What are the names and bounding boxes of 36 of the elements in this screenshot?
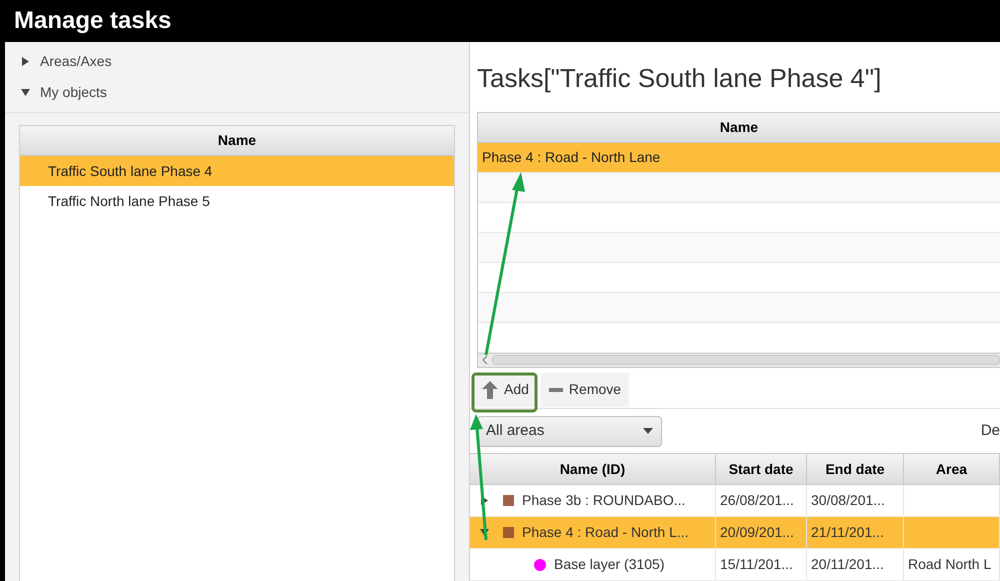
- section-label[interactable]: My objects: [40, 82, 107, 103]
- table-cell-text: 26/08/201...: [720, 491, 794, 510]
- column-2-label: De: [980, 420, 1000, 441]
- task-name: Phase 4 : Road - North L...: [522, 523, 689, 542]
- column-header[interactable]: Start date: [716, 454, 807, 484]
- collapse-icon[interactable]: [21, 88, 30, 97]
- task-name: Base layer (3105): [554, 555, 665, 574]
- window-title: Manage tasks: [14, 6, 172, 36]
- tree-row[interactable]: Base layer (3105) 15/11/201... 20/11/201... Road North L: [470, 549, 1000, 581]
- section-label[interactable]: Areas/Axes: [40, 51, 112, 72]
- tree-row[interactable]: Phase 4 : Road - North L... 20/09/201... 21/11/201...: [470, 517, 1000, 549]
- column-header[interactable]: Name: [478, 112, 1000, 143]
- object-row[interactable]: Traffic South lane Phase 4: [20, 156, 454, 186]
- column-header[interactable]: Area: [904, 454, 1000, 484]
- horizontal-scrollbar[interactable]: [478, 352, 1000, 367]
- task-name: Phase 3b : ROUNDABO...: [522, 491, 686, 510]
- table-cell-text: 30/08/201...: [811, 491, 885, 510]
- table-cell-text: Road North L: [908, 555, 992, 574]
- table-cell-text: 15/11/201...: [720, 555, 793, 574]
- expand-icon[interactable]: [21, 57, 30, 66]
- table-cell-text: 20/11/201...: [811, 555, 884, 574]
- tasks-title: Tasks["Traffic South lane Phase 4"]: [476, 62, 882, 95]
- area-dropdown[interactable]: All areas: [477, 416, 662, 447]
- up-arrow-icon: [482, 380, 498, 399]
- table-cell-text: 21/11/201...: [811, 523, 884, 542]
- minus-icon: [548, 388, 563, 392]
- table-cell-text: 20/09/201...: [720, 523, 794, 542]
- scroll-left-icon[interactable]: [481, 355, 489, 366]
- dropdown-caret-icon: [643, 428, 653, 434]
- collapse-icon[interactable]: [480, 528, 489, 537]
- column-header[interactable]: Name: [20, 126, 454, 156]
- column-header[interactable]: Name (ID): [470, 454, 716, 484]
- task-row[interactable]: Phase 4 : Road - North Lane: [478, 142, 1000, 173]
- highlight-frame: [472, 372, 538, 412]
- remove-button[interactable]: Remove: [540, 372, 630, 407]
- column-header[interactable]: End date: [807, 454, 904, 484]
